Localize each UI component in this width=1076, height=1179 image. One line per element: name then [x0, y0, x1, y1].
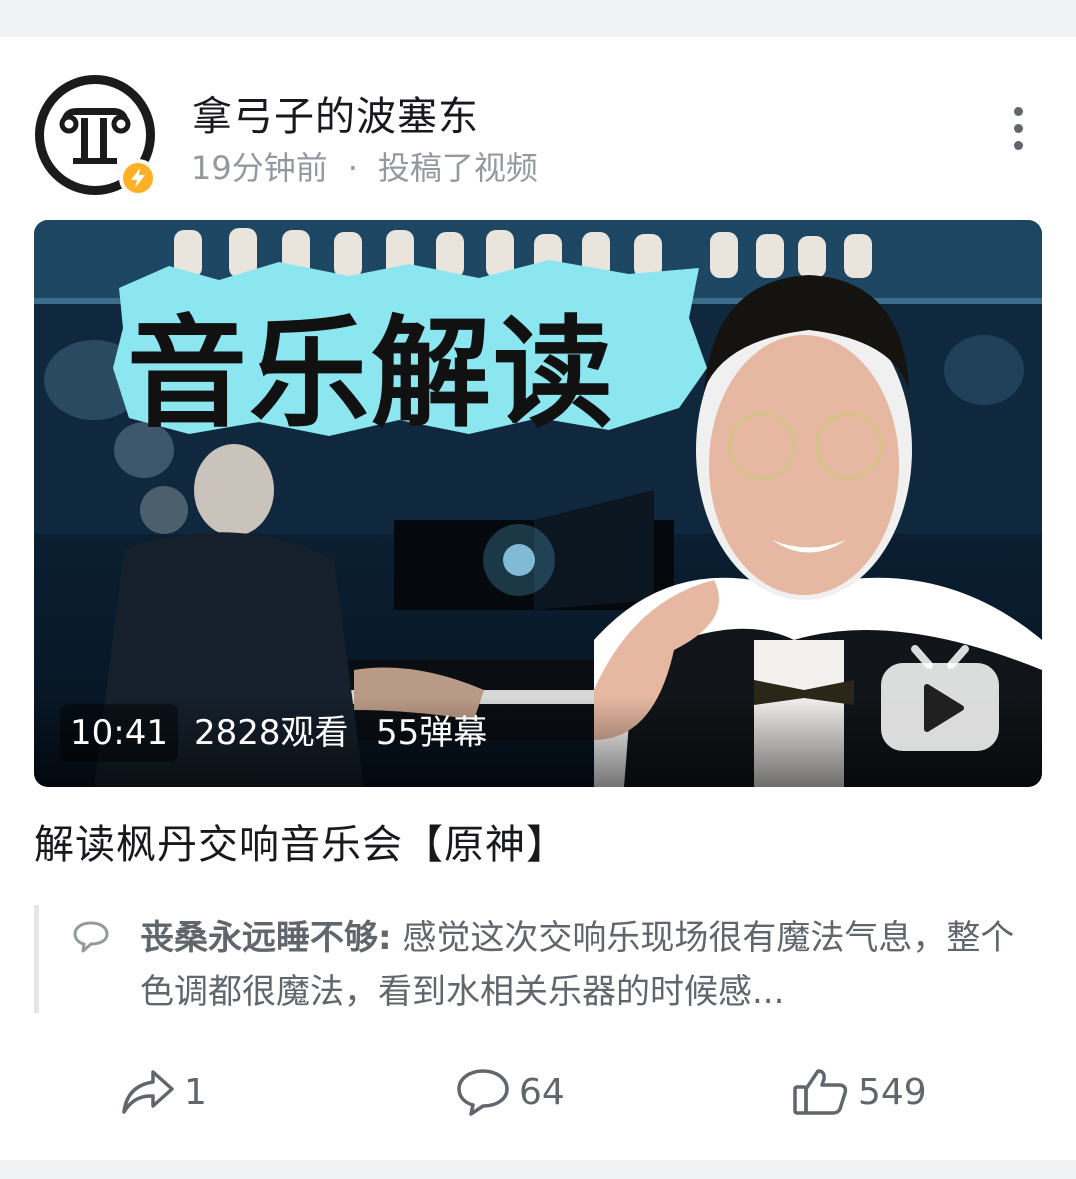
share-count: 1	[184, 1071, 207, 1113]
post-time: 19分钟前	[191, 149, 328, 187]
comment-author[interactable]: 丧桑永远睡不够:	[140, 918, 392, 958]
comment-icon	[457, 1069, 509, 1116]
meta-separator: ·	[347, 149, 358, 187]
author-avatar[interactable]	[35, 75, 157, 197]
video-duration: 10:41	[60, 704, 178, 762]
video-title[interactable]: 解读枫丹交响音乐会【原神】	[34, 812, 567, 870]
post-meta: 19分钟前 · 投稿了视频	[191, 143, 538, 189]
pillar-logo-icon	[59, 108, 131, 164]
share-icon	[122, 1070, 174, 1114]
author-name[interactable]: 拿弓子的波塞东	[192, 84, 479, 142]
post-action-text: 投稿了视频	[377, 149, 538, 187]
like-button[interactable]: 549	[792, 1062, 927, 1122]
comment-count: 64	[519, 1071, 565, 1113]
video-thumbnail[interactable]: 音乐解读 10:41 2828观看 55弹幕	[34, 220, 1042, 787]
share-button[interactable]: 1	[120, 1062, 207, 1122]
comment-quote-bar	[34, 905, 39, 1013]
comment-button[interactable]: 64	[455, 1062, 565, 1122]
more-options-icon[interactable]	[1002, 107, 1034, 157]
video-views: 2828观看	[194, 713, 349, 753]
video-danmaku-count: 55弹幕	[376, 713, 488, 753]
thumbs-up-icon	[793, 1069, 848, 1115]
like-count: 549	[858, 1071, 927, 1113]
top-comment[interactable]: 丧桑永远睡不够: 感觉这次交响乐现场很有魔法气息，整个色调都很魔法，看到水相关乐…	[140, 911, 1040, 1019]
video-overlay-title: 音乐解读	[127, 305, 615, 444]
dynamic-card[interactable]: 拿弓子的波塞东 19分钟前 · 投稿了视频 音乐解读 10:41 2828观看 …	[0, 37, 1076, 1160]
comment-bubble-icon	[73, 921, 109, 953]
verified-badge-icon	[119, 159, 157, 197]
bilibili-play-icon[interactable]	[879, 643, 1001, 753]
